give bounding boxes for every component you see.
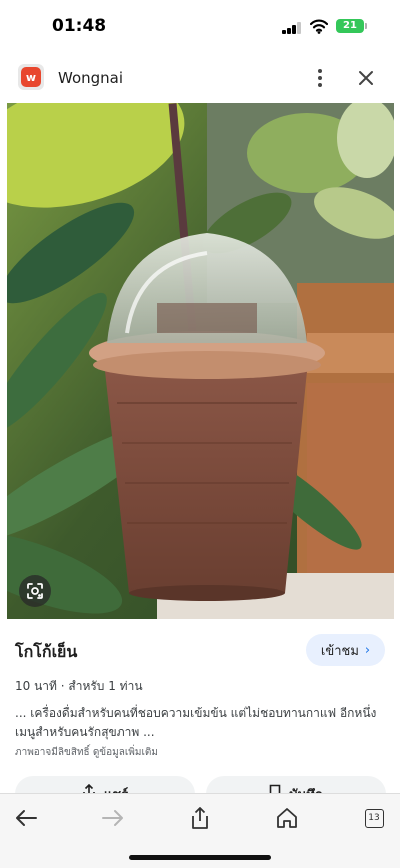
home-icon[interactable]	[273, 806, 301, 830]
tab-count: 13	[364, 808, 384, 828]
home-indicator[interactable]	[129, 855, 271, 860]
close-icon[interactable]	[354, 66, 378, 90]
chevron-right-icon: ›	[364, 642, 371, 658]
visit-button-label: เข้าชม	[320, 643, 359, 659]
signal-icon	[282, 22, 302, 34]
iced-cocoa-photo	[7, 103, 394, 619]
share-icon[interactable]	[186, 806, 214, 830]
tabs-icon[interactable]: 13	[360, 806, 388, 830]
site-name[interactable]: Wongnai	[58, 69, 123, 87]
status-bar: 01:48 21	[0, 0, 400, 52]
site-logo[interactable]: w	[18, 64, 44, 90]
forward-arrow-icon[interactable]	[99, 806, 127, 830]
result-title: โกโก้เย็น	[15, 642, 78, 661]
more-vert-icon[interactable]	[308, 64, 332, 92]
google-lens-icon[interactable]	[19, 575, 51, 607]
result-description: ... เครื่องดื่มสำหรับคนที่ชอบความเข้มข้น…	[15, 706, 377, 739]
result-meta: 10 นาที · สำหรับ 1 ท่าน	[15, 679, 143, 693]
back-arrow-icon[interactable]	[12, 806, 40, 830]
status-time: 01:48	[52, 16, 107, 36]
logo-letter: w	[21, 67, 41, 87]
battery-icon: 21	[336, 19, 367, 33]
app-header: w Wongnai	[0, 56, 400, 100]
visit-button[interactable]: เข้าชม ›	[306, 634, 385, 666]
wifi-icon	[310, 19, 328, 34]
copyright-notice[interactable]: ภาพอาจมีลิขสิทธิ์ ดูข้อมูลเพิ่มเติม	[15, 745, 158, 760]
result-image[interactable]	[7, 103, 394, 619]
